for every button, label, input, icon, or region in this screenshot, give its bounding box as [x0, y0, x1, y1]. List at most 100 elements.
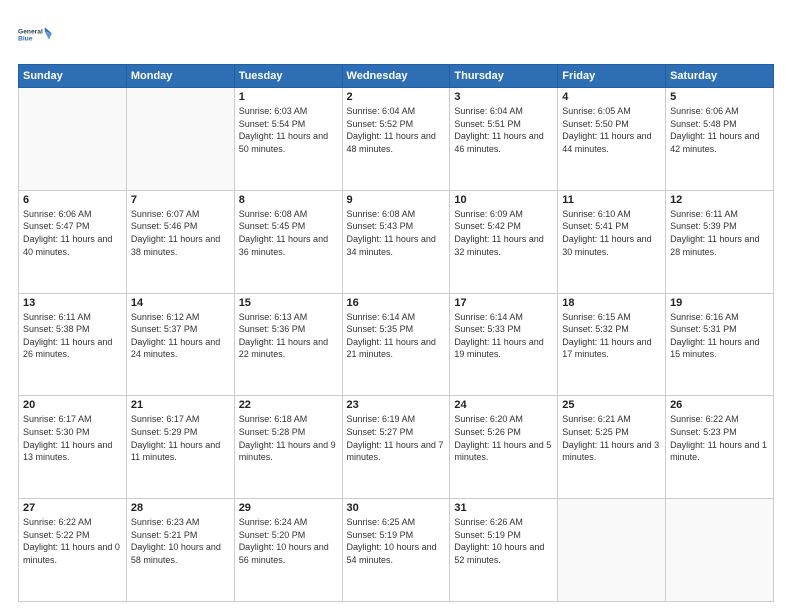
day-detail: Sunrise: 6:19 AM Sunset: 5:27 PM Dayligh… — [347, 413, 446, 463]
calendar-cell: 25 Sunrise: 6:21 AM Sunset: 5:25 PM Dayli… — [558, 396, 666, 499]
calendar-cell: 19 Sunrise: 6:16 AM Sunset: 5:31 PM Dayli… — [666, 293, 774, 396]
calendar-cell — [126, 88, 234, 191]
calendar-cell — [558, 499, 666, 602]
calendar-cell: 16 Sunrise: 6:14 AM Sunset: 5:35 PM Dayli… — [342, 293, 450, 396]
calendar-cell — [666, 499, 774, 602]
day-detail: Sunrise: 6:05 AM Sunset: 5:50 PM Dayligh… — [562, 105, 661, 155]
day-detail: Sunrise: 6:18 AM Sunset: 5:28 PM Dayligh… — [239, 413, 338, 463]
day-detail: Sunrise: 6:08 AM Sunset: 5:45 PM Dayligh… — [239, 208, 338, 258]
day-number: 31 — [454, 502, 553, 514]
calendar-cell: 12Sunrise: 6:11 AM Sunset: 5:39 PM Dayli… — [666, 190, 774, 293]
weekday-header-cell: Tuesday — [234, 65, 342, 88]
calendar-cell: 30 Sunrise: 6:25 AM Sunset: 5:19 PM Dayli… — [342, 499, 450, 602]
calendar-cell — [19, 88, 127, 191]
day-number: 17 — [454, 297, 553, 309]
day-detail: Sunrise: 6:20 AM Sunset: 5:26 PM Dayligh… — [454, 413, 553, 463]
weekday-header-cell: Sunday — [19, 65, 127, 88]
calendar-body: 1 Sunrise: 6:03 AM Sunset: 5:54 PM Daylig… — [19, 88, 774, 602]
calendar-cell: 18 Sunrise: 6:15 AM Sunset: 5:32 PM Dayli… — [558, 293, 666, 396]
day-number: 10 — [454, 194, 553, 206]
day-number: 16 — [347, 297, 446, 309]
calendar-cell: 8 Sunrise: 6:08 AM Sunset: 5:45 PM Daylig… — [234, 190, 342, 293]
day-number: 4 — [562, 91, 661, 103]
calendar-week-row: 20Sunrise: 6:17 AM Sunset: 5:30 PM Dayli… — [19, 396, 774, 499]
calendar-cell: 1 Sunrise: 6:03 AM Sunset: 5:54 PM Daylig… — [234, 88, 342, 191]
day-detail: Sunrise: 6:14 AM Sunset: 5:35 PM Dayligh… — [347, 311, 446, 361]
day-detail: Sunrise: 6:10 AM Sunset: 5:41 PM Dayligh… — [562, 208, 661, 258]
header: GeneralBlue — [18, 18, 774, 54]
day-detail: Sunrise: 6:12 AM Sunset: 5:37 PM Dayligh… — [131, 311, 230, 361]
day-number: 13 — [23, 297, 122, 309]
calendar-cell: 4 Sunrise: 6:05 AM Sunset: 5:50 PM Daylig… — [558, 88, 666, 191]
day-detail: Sunrise: 6:23 AM Sunset: 5:21 PM Dayligh… — [131, 516, 230, 566]
calendar-cell: 17Sunrise: 6:14 AM Sunset: 5:33 PM Dayli… — [450, 293, 558, 396]
calendar-cell: 31 Sunrise: 6:26 AM Sunset: 5:19 PM Dayli… — [450, 499, 558, 602]
day-number: 1 — [239, 91, 338, 103]
day-detail: Sunrise: 6:26 AM Sunset: 5:19 PM Dayligh… — [454, 516, 553, 566]
day-detail: Sunrise: 6:16 AM Sunset: 5:31 PM Dayligh… — [670, 311, 769, 361]
day-detail: Sunrise: 6:06 AM Sunset: 5:48 PM Dayligh… — [670, 105, 769, 155]
calendar-cell: 7Sunrise: 6:07 AM Sunset: 5:46 PM Daylig… — [126, 190, 234, 293]
day-detail: Sunrise: 6:15 AM Sunset: 5:32 PM Dayligh… — [562, 311, 661, 361]
day-number: 28 — [131, 502, 230, 514]
calendar-table: SundayMondayTuesdayWednesdayThursdayFrid… — [18, 64, 774, 602]
calendar-cell: 26 Sunrise: 6:22 AM Sunset: 5:23 PM Dayli… — [666, 396, 774, 499]
day-number: 20 — [23, 399, 122, 411]
day-number: 6 — [23, 194, 122, 206]
logo: GeneralBlue — [18, 18, 58, 54]
calendar-cell: 27 Sunrise: 6:22 AM Sunset: 5:22 PM Dayli… — [19, 499, 127, 602]
day-detail: Sunrise: 6:22 AM Sunset: 5:23 PM Dayligh… — [670, 413, 769, 463]
day-number: 27 — [23, 502, 122, 514]
page: GeneralBlue SundayMondayTuesdayWednesday… — [0, 0, 792, 612]
day-number: 19 — [670, 297, 769, 309]
weekday-header-row: SundayMondayTuesdayWednesdayThursdayFrid… — [19, 65, 774, 88]
calendar-cell: 24 Sunrise: 6:20 AM Sunset: 5:26 PM Dayli… — [450, 396, 558, 499]
calendar-cell: 20Sunrise: 6:17 AM Sunset: 5:30 PM Dayli… — [19, 396, 127, 499]
calendar-cell: 15Sunrise: 6:13 AM Sunset: 5:36 PM Dayli… — [234, 293, 342, 396]
weekday-header-cell: Thursday — [450, 65, 558, 88]
calendar-cell: 14 Sunrise: 6:12 AM Sunset: 5:37 PM Dayli… — [126, 293, 234, 396]
day-detail: Sunrise: 6:24 AM Sunset: 5:20 PM Dayligh… — [239, 516, 338, 566]
day-number: 24 — [454, 399, 553, 411]
weekday-header-cell: Wednesday — [342, 65, 450, 88]
day-detail: Sunrise: 6:03 AM Sunset: 5:54 PM Dayligh… — [239, 105, 338, 155]
calendar-cell: 6Sunrise: 6:06 AM Sunset: 5:47 PM Daylig… — [19, 190, 127, 293]
day-number: 7 — [131, 194, 230, 206]
svg-text:General: General — [18, 28, 43, 35]
day-detail: Sunrise: 6:21 AM Sunset: 5:25 PM Dayligh… — [562, 413, 661, 463]
calendar-cell: 2Sunrise: 6:04 AM Sunset: 5:52 PM Daylig… — [342, 88, 450, 191]
day-detail: Sunrise: 6:09 AM Sunset: 5:42 PM Dayligh… — [454, 208, 553, 258]
day-number: 8 — [239, 194, 338, 206]
day-number: 22 — [239, 399, 338, 411]
day-number: 26 — [670, 399, 769, 411]
day-number: 21 — [131, 399, 230, 411]
day-number: 14 — [131, 297, 230, 309]
day-number: 30 — [347, 502, 446, 514]
calendar-week-row: 27 Sunrise: 6:22 AM Sunset: 5:22 PM Dayli… — [19, 499, 774, 602]
calendar-cell: 3 Sunrise: 6:04 AM Sunset: 5:51 PM Daylig… — [450, 88, 558, 191]
calendar-cell: 10 Sunrise: 6:09 AM Sunset: 5:42 PM Dayli… — [450, 190, 558, 293]
calendar-cell: 28 Sunrise: 6:23 AM Sunset: 5:21 PM Dayli… — [126, 499, 234, 602]
calendar-week-row: 1 Sunrise: 6:03 AM Sunset: 5:54 PM Daylig… — [19, 88, 774, 191]
day-detail: Sunrise: 6:22 AM Sunset: 5:22 PM Dayligh… — [23, 516, 122, 566]
calendar-cell: 22 Sunrise: 6:18 AM Sunset: 5:28 PM Dayli… — [234, 396, 342, 499]
day-detail: Sunrise: 6:25 AM Sunset: 5:19 PM Dayligh… — [347, 516, 446, 566]
logo-icon: GeneralBlue — [18, 18, 54, 54]
day-detail: Sunrise: 6:04 AM Sunset: 5:51 PM Dayligh… — [454, 105, 553, 155]
weekday-header-cell: Monday — [126, 65, 234, 88]
day-number: 23 — [347, 399, 446, 411]
day-number: 25 — [562, 399, 661, 411]
day-number: 11 — [562, 194, 661, 206]
weekday-header-cell: Friday — [558, 65, 666, 88]
day-number: 3 — [454, 91, 553, 103]
day-detail: Sunrise: 6:11 AM Sunset: 5:39 PM Dayligh… — [670, 208, 769, 258]
calendar-week-row: 6Sunrise: 6:06 AM Sunset: 5:47 PM Daylig… — [19, 190, 774, 293]
weekday-header-cell: Saturday — [666, 65, 774, 88]
calendar-cell: 11 Sunrise: 6:10 AM Sunset: 5:41 PM Dayli… — [558, 190, 666, 293]
calendar-week-row: 13 Sunrise: 6:11 AM Sunset: 5:38 PM Dayli… — [19, 293, 774, 396]
day-detail: Sunrise: 6:08 AM Sunset: 5:43 PM Dayligh… — [347, 208, 446, 258]
day-number: 5 — [670, 91, 769, 103]
day-number: 18 — [562, 297, 661, 309]
day-detail: Sunrise: 6:11 AM Sunset: 5:38 PM Dayligh… — [23, 311, 122, 361]
day-detail: Sunrise: 6:17 AM Sunset: 5:29 PM Dayligh… — [131, 413, 230, 463]
